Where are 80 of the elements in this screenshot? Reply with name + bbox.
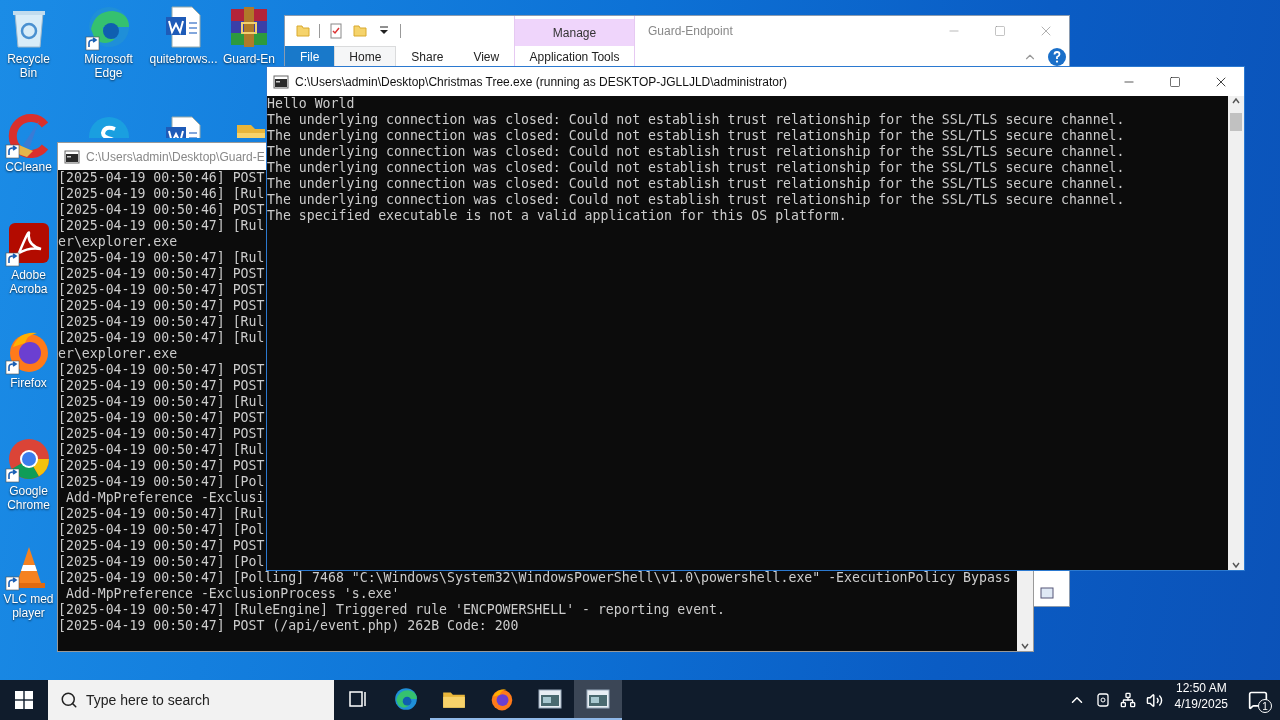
console-line: [2025-04-19 00:50:46] [Rul [58,186,265,202]
icon-label: quitebrows... [149,52,218,66]
taskbar-button[interactable] [574,680,622,720]
icon-label: Adobe Acroba [8,268,49,296]
console-line: [2025-04-19 00:50:47] POST (/api/event.php) 262B Code: 200 [58,618,519,634]
console-line: [2025-04-19 00:50:46] POST [58,202,265,218]
search-icon [60,691,78,709]
console-line: [2025-04-19 00:50:47] [Pol [58,522,265,538]
icon-label: Guard-En [223,52,275,66]
windows-logo-icon [15,691,33,709]
console-line: [2025-04-19 00:50:47] [Pol [58,554,265,570]
console-line: Hello World [267,96,355,112]
ribbon-tab[interactable]: Application Tools [515,46,634,67]
ribbon-tab[interactable]: View [458,46,515,67]
icon-label: VLC med player [2,592,55,620]
console-line: [2025-04-19 00:50:47] [Rul [58,394,265,410]
console-icon [273,73,289,90]
console-line: The underlying connection was closed: Could not establish trust relationship for the SSL/TLS secure channel. [267,160,1125,176]
icon-label: Microsoft Edge [83,52,134,80]
file-tab[interactable]: File [285,46,335,67]
console-line: [2025-04-19 00:50:47] POST [58,378,265,394]
large-icons-view-icon[interactable] [1039,585,1055,601]
console-line: er\explorer.exe [58,346,178,362]
console-line: [2025-04-19 00:50:47] POST [58,298,265,314]
search-field[interactable]: Type here to search [48,680,334,720]
edge-icon [393,686,419,712]
device-icon[interactable] [1095,692,1110,708]
window-title: C:\Users\admin\Desktop\Guard-E [86,149,265,164]
checklist-icon[interactable] [328,23,344,39]
scroll-down-icon[interactable] [1020,641,1030,651]
console-line: [2025-04-19 00:50:47] [Rul [58,314,265,330]
console-line: [2025-04-19 00:50:47] POST [58,458,265,474]
window-title: C:\Users\admin\Desktop\Christmas Tree.exe (running as DESKTOP-JGLLJLD\administrator) [295,74,787,89]
console-line: [2025-04-19 00:50:46] POST [58,170,265,186]
icon-label: Firefox [10,376,47,390]
console-line: [2025-04-19 00:50:47] [Rul [58,442,265,458]
console-line: The underlying connection was closed: Could not establish trust relationship for the SSL/TLS secure channel. [267,192,1125,208]
console-line: [2025-04-19 00:50:47] [Pol [58,474,265,490]
maximize-icon[interactable] [1169,75,1181,88]
console-line: [2025-04-19 00:50:47] POST [58,538,265,554]
help-icon[interactable] [1047,46,1067,67]
ribbon-tab[interactable]: Home [334,46,397,67]
console-line: The specified executable is not a valid application for this OS platform. [267,208,847,224]
console-icon [64,148,80,165]
console-line: [2025-04-19 00:50:47] POST [58,266,265,282]
console-line: [2025-04-19 00:50:47] [Rul [58,250,265,266]
console-line: [2025-04-19 00:50:47] [Rul [58,330,265,346]
icon-label: Recycle Bin [6,52,51,80]
console-line: The underlying connection was closed: Could not establish trust relationship for the SSL/TLS secure channel. [267,128,1125,144]
console-line: The underlying connection was closed: Could not establish trust relationship for the SSL/TLS secure channel. [267,112,1125,128]
console-line: Add-MpPreference -ExclusionProcess 's.exe' [64,586,400,602]
console-line: [2025-04-19 00:50:47] POST [58,362,265,378]
console-line: [2025-04-19 00:50:47] [Rul [58,218,265,234]
console-line: The underlying connection was closed: Could not establish trust relationship for the SSL/TLS secure channel. [267,144,1125,160]
scroll-up-icon[interactable] [1231,96,1241,106]
console-icon [538,688,562,710]
console-icon [586,688,610,710]
task-view-icon [347,688,369,710]
icon-label: CCleane [5,160,52,174]
scroll-down-icon[interactable] [1231,560,1241,570]
console-line: [2025-04-19 00:50:47] POST [58,282,265,298]
context-group-header: Manage [515,19,634,46]
console-line: The underlying connection was closed: Could not establish trust relationship for the SSL/TLS secure channel. [267,176,1125,192]
console-line: [2025-04-19 00:50:47] [Polling] 7468 "C:\Windows\System32\WindowsPowerShell\v1.0\powershell.exe" -ExecutionPolicy Bypass [58,570,1011,586]
console-line: [2025-04-19 00:50:47] POST [58,426,265,442]
notification-count: 1 [1258,699,1272,713]
window-title: Guard-Endpoint [648,24,734,38]
console-line: er\explorer.exe [58,234,178,250]
console-line: Add-MpPreference -Exclusi [64,490,265,506]
console-line: [2025-04-19 00:50:47] [RuleEngine] Triggered rule 'ENCPOWERSHELL' - reporting event. [58,602,725,618]
speaker-icon[interactable] [1145,691,1163,709]
icon-label: Google Chrome [6,484,51,512]
console-line: [2025-04-19 00:50:47] [Rul [58,506,265,522]
ribbon-tab[interactable]: Share [396,46,459,67]
clock[interactable]: 12:50 AM 4/19/2025 [1166,680,1236,720]
network-icon[interactable] [1119,692,1136,708]
scroll-thumb[interactable] [1230,113,1242,131]
console-line: [2025-04-19 00:50:47] POST [58,410,265,426]
firefox-icon [489,686,515,712]
notification-icon[interactable] [1248,690,1268,710]
